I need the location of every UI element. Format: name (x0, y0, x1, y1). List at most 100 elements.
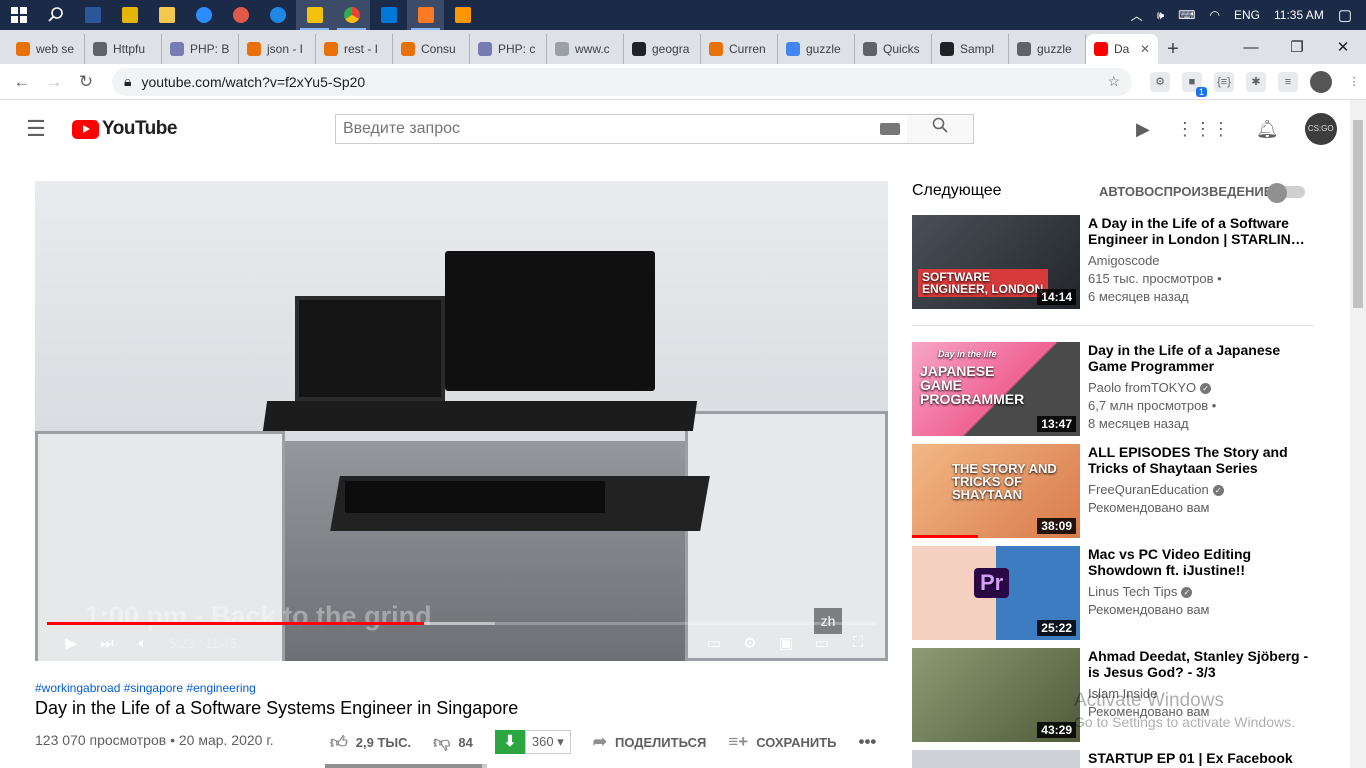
theater-mode-icon[interactable]: ▭ (804, 634, 840, 652)
video-thumbnail[interactable]: THE STORY AND TRICKS OF SHAYTAAN 38:09 (912, 444, 1080, 538)
video-thumbnail[interactable]: SOFTWARE ENGINEER, LONDON 14:14 (912, 215, 1080, 309)
new-tab-button[interactable]: + (1158, 34, 1188, 64)
chrome-icon[interactable] (333, 0, 370, 30)
video-thumbnail[interactable]: 43:29 (912, 648, 1080, 742)
windows-start-icon[interactable] (0, 0, 37, 30)
next-icon[interactable]: ⏭ (89, 635, 125, 652)
browser-tab[interactable]: web se (8, 34, 85, 64)
puzzle-icon[interactable]: ✱ (1246, 71, 1266, 92)
extension-gear-icon[interactable]: ⚙ (1150, 71, 1170, 92)
browser-tab[interactable]: rest - I (316, 34, 393, 64)
account-avatar[interactable]: CS:GO (1304, 113, 1337, 145)
sticky-notes-icon[interactable] (296, 0, 333, 30)
file-explorer-icon[interactable] (148, 0, 185, 30)
channel-line[interactable]: Paolo fromTOKYO ✓ (1088, 380, 1312, 395)
input-method-icon[interactable]: ⌨ (1178, 8, 1195, 22)
subtitles-icon[interactable]: ▭ (696, 634, 732, 652)
create-video-icon[interactable]: ▶︎ (1136, 119, 1150, 140)
json-extension-icon[interactable]: {≡} (1214, 71, 1234, 92)
play-icon[interactable]: ▶ (53, 634, 89, 652)
search-button[interactable] (907, 114, 974, 144)
forward-icon[interactable]: → (38, 72, 70, 92)
recommended-video[interactable]: THE STORY AND TRICKS OF SHAYTAAN 38:09 A… (912, 444, 1312, 539)
browser-tab[interactable]: guzzle (778, 34, 855, 64)
video-player[interactable]: 1:00 pm - Back to the grind zh ▶ ⏭ 🔈︎ 5:… (35, 181, 888, 661)
search-icon[interactable] (37, 0, 74, 30)
extension-cube-icon[interactable]: ■ 1 (1182, 71, 1207, 97)
zoom-icon[interactable] (185, 0, 222, 30)
progress-bar[interactable] (47, 622, 876, 625)
browser-tab[interactable]: Sampl (932, 34, 1009, 64)
miniplayer-icon[interactable]: ▣ (768, 634, 804, 652)
recommended-title[interactable]: Ahmad Deedat, Stanley Sjöberg - is Jesus… (1088, 648, 1312, 680)
channel-name[interactable]: Amigoscode (1088, 253, 1312, 268)
browser-tab[interactable]: geogra (624, 34, 701, 64)
browser-tab[interactable]: PHP: B (162, 34, 239, 64)
vscode-icon[interactable] (370, 0, 407, 30)
xampp-icon[interactable] (407, 0, 444, 30)
reload-icon[interactable]: ↻ (70, 72, 102, 92)
profile-avatar[interactable] (1310, 70, 1332, 93)
volume-icon[interactable]: 🔈︎ (125, 635, 161, 652)
close-window-icon[interactable]: ✕ (1320, 38, 1366, 56)
share-button[interactable]: ➦ ПОДЕЛИТЬСЯ (593, 732, 707, 752)
restore-icon[interactable]: ❐ (1274, 38, 1320, 56)
video-thumbnail[interactable]: Day in the life JAPANESE GAME PROGRAMMER… (912, 342, 1080, 436)
back-icon[interactable]: ← (6, 72, 38, 92)
recommended-title[interactable]: ALL EPISODES The Story and Tricks of Sha… (1088, 444, 1312, 476)
app-paint-icon[interactable] (222, 0, 259, 30)
browser-tab[interactable]: Quicks (855, 34, 932, 64)
app-yellow-icon[interactable] (111, 0, 148, 30)
browser-tab[interactable]: Consu (393, 34, 470, 64)
browser-tab[interactable]: PHP: c (470, 34, 547, 64)
fullscreen-icon[interactable]: ⛶ (840, 634, 876, 652)
browser-tab[interactable]: Curren (701, 34, 778, 64)
bookmark-star-icon[interactable]: ☆ (1107, 73, 1120, 90)
dislike-button[interactable]: 👎︎ 84 (433, 732, 473, 753)
youtube-logo[interactable]: YouTube (72, 118, 177, 140)
minimize-icon[interactable]: — (1228, 39, 1274, 56)
edge-icon[interactable] (259, 0, 296, 30)
word-icon[interactable] (74, 0, 111, 30)
browser-tab[interactable]: guzzle (1009, 34, 1086, 64)
video-hashtags[interactable]: #workingabroad #singapore #engineering (35, 681, 256, 695)
video-thumbnail[interactable] (912, 750, 1080, 768)
scrollbar-thumb[interactable] (1353, 120, 1363, 308)
notifications-bell-icon[interactable]: 🔔︎ (1256, 119, 1279, 140)
browser-tab[interactable]: Httpfu (85, 34, 162, 64)
browser-tab[interactable]: json - I (239, 34, 316, 64)
page-scrollbar[interactable] (1350, 100, 1366, 768)
save-button[interactable]: ≡+ СОХРАНИТЬ (728, 732, 836, 752)
recommended-title[interactable]: Day in the Life of a Japanese Game Progr… (1088, 342, 1312, 374)
search-input[interactable]: Введите запрос (335, 114, 908, 144)
download-button[interactable]: ⬇ 360 ▾ (494, 730, 593, 754)
volume-icon[interactable]: 🕪 (1157, 8, 1165, 23)
menu-kebab-icon[interactable]: ⋮ (1344, 72, 1364, 92)
like-button[interactable]: 👍︎ 2,9 ТЫС. (330, 732, 411, 753)
sublime-icon[interactable] (444, 0, 481, 30)
language-indicator[interactable]: ENG (1234, 8, 1260, 22)
video-thumbnail[interactable]: Pr 25:22 (912, 546, 1080, 640)
recommended-title[interactable]: STARTUP EP 01 | Ex Facebook (1088, 750, 1312, 766)
channel-line[interactable]: FreeQuranEducation ✓ (1088, 482, 1312, 497)
notifications-icon[interactable]: ▢ (1338, 6, 1352, 24)
media-queue-icon[interactable]: ≡ (1278, 71, 1298, 92)
browser-tab[interactable]: www.c (547, 34, 624, 64)
apps-grid-icon[interactable]: ⋮⋮⋮ (1176, 119, 1230, 140)
address-bar[interactable]: 🔒︎ youtube.com/watch?v=f2xYu5-Sp20 ☆ (112, 67, 1132, 96)
settings-gear-icon[interactable]: ⚙ (732, 634, 768, 652)
channel-line[interactable]: Linus Tech Tips ✓ (1088, 584, 1312, 599)
recommended-video[interactable]: STARTUP EP 01 | Ex Facebook (912, 750, 1312, 768)
clock[interactable]: 11:35 AM (1274, 8, 1324, 22)
autoplay-toggle[interactable] (1267, 183, 1305, 203)
chevron-up-icon[interactable]: ︿ (1131, 7, 1143, 24)
wifi-icon[interactable]: ◠ (1210, 8, 1220, 22)
recommended-title[interactable]: A Day in the Life of a Software Engineer… (1088, 215, 1312, 247)
more-actions-icon[interactable]: ••• (859, 732, 877, 752)
keyboard-icon[interactable] (880, 123, 900, 135)
close-tab-icon[interactable]: ✕ (1140, 42, 1150, 56)
recommended-video[interactable]: Pr 25:22 Mac vs PC Video Editing Showdow… (912, 546, 1312, 641)
recommended-title[interactable]: Mac vs PC Video Editing Showdown ft. iJu… (1088, 546, 1312, 578)
recommended-video[interactable]: Day in the life JAPANESE GAME PROGRAMMER… (912, 342, 1312, 437)
browser-tab[interactable]: Da ✕ (1086, 34, 1158, 64)
